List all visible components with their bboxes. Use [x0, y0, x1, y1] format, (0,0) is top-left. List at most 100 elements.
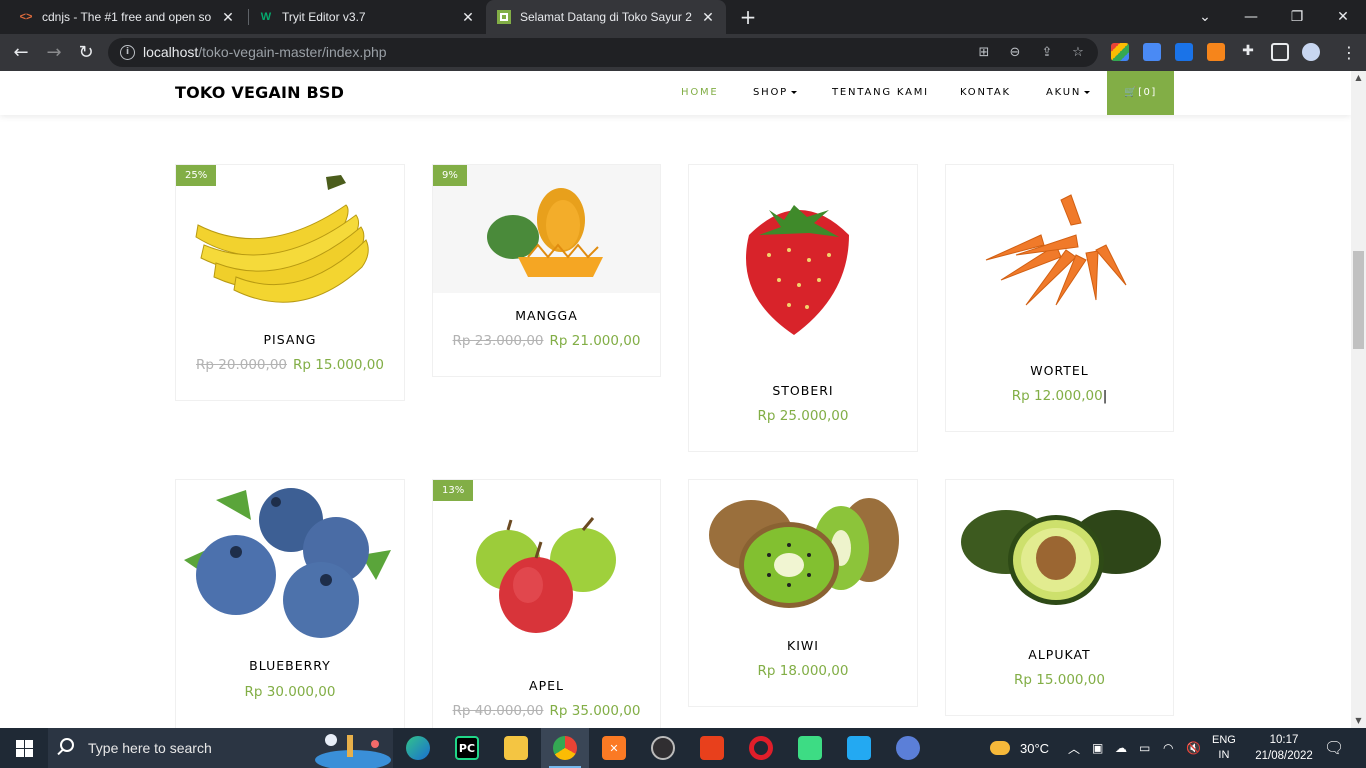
share-icon[interactable]: ⇪: [1037, 43, 1057, 63]
taskbar-opera[interactable]: [737, 728, 785, 768]
taskbar-android-studio[interactable]: [786, 728, 834, 768]
nav-akun[interactable]: AKUN: [1046, 87, 1091, 98]
tab-tryit-editor[interactable]: W Tryit Editor v3.7 ✕: [248, 0, 486, 34]
product-price: Rp 30.000,00: [176, 684, 404, 700]
taskbar-pycharm[interactable]: PC: [443, 728, 491, 768]
avocado-image[interactable]: [946, 480, 1173, 640]
notification-icon[interactable]: 🗨: [1324, 728, 1344, 768]
scrollbar-thumb[interactable]: [1353, 251, 1364, 349]
browser-toolbar: ← → ↻ i localhost/toko-vegain-master/ind…: [0, 34, 1366, 71]
extension-docs-icon[interactable]: [1143, 43, 1161, 61]
product-name[interactable]: BLUEBERRY: [176, 658, 404, 673]
cart-button[interactable]: 🛒[0]: [1107, 71, 1174, 115]
discount-badge: 25%: [176, 165, 217, 186]
onedrive-icon[interactable]: ☁: [1115, 728, 1127, 768]
clock[interactable]: 10:17 21/08/2022: [1246, 728, 1322, 768]
weather-widget[interactable]: 30°C: [990, 728, 1049, 768]
tab-search-icon[interactable]: ⌄: [1182, 0, 1228, 34]
close-tab-icon[interactable]: ✕: [220, 9, 236, 26]
nav-shop[interactable]: SHOP: [753, 87, 797, 98]
taskbar-xampp[interactable]: ✕: [590, 728, 638, 768]
carrot-image[interactable]: [946, 165, 1173, 355]
site-brand[interactable]: TOKO VEGAIN BSD: [175, 83, 344, 102]
extension-metamask-icon[interactable]: [1207, 43, 1225, 61]
product-name[interactable]: WORTEL: [946, 363, 1173, 378]
strawberry-image[interactable]: [689, 165, 917, 365]
bookmark-star-icon[interactable]: ☆: [1068, 43, 1088, 63]
mango-image[interactable]: [433, 165, 660, 293]
volume-muted-icon[interactable]: 🔇: [1186, 728, 1201, 768]
product-price: Rp 23.000,00 Rp 21.000,00: [433, 333, 660, 349]
translate-icon[interactable]: ⊞: [974, 43, 994, 63]
windows-start-button[interactable]: [0, 728, 48, 768]
chrome-icon: [553, 736, 577, 760]
product-price: Rp 40.000,00 Rp 35.000,00: [433, 703, 660, 719]
extension-translate-icon[interactable]: [1175, 43, 1193, 61]
kiwi-image[interactable]: [689, 480, 917, 630]
product-name[interactable]: STOBERI: [689, 383, 917, 398]
banana-image[interactable]: [176, 165, 404, 315]
meet-now-icon[interactable]: ▣: [1092, 728, 1103, 768]
product-card-mangga[interactable]: 9% MANGGA Rp 23.000,00 Rp 21.000,00: [432, 164, 661, 377]
close-tab-icon[interactable]: ✕: [460, 9, 476, 26]
restore-button[interactable]: ❐: [1274, 0, 1320, 34]
taskbar-obs[interactable]: [639, 728, 687, 768]
close-window-button[interactable]: ✕: [1320, 0, 1366, 34]
blueberry-image[interactable]: [176, 480, 404, 643]
product-card-pisang[interactable]: 25% PISANG Rp 20.000,00 Rp 15.000,00: [175, 164, 405, 401]
forward-button[interactable]: →: [41, 40, 67, 66]
language-indicator[interactable]: ENG IN: [1212, 728, 1236, 768]
tab-cdnjs[interactable]: <> cdnjs - The #1 free and open source ✕: [8, 0, 248, 34]
extension-colorful-icon[interactable]: [1111, 43, 1129, 61]
windows-logo-icon: [15, 739, 33, 757]
page-scrollbar[interactable]: ▲ ▼: [1351, 71, 1366, 728]
nav-tentang-kami[interactable]: TENTANG KAMI: [832, 87, 929, 98]
show-hidden-icons[interactable]: ︿: [1068, 728, 1080, 768]
side-panel-icon[interactable]: [1271, 43, 1289, 61]
menu-kebab-icon[interactable]: ⋮: [1336, 40, 1362, 66]
taskbar-office[interactable]: [688, 728, 736, 768]
scroll-down-arrow-icon[interactable]: ▼: [1351, 714, 1366, 728]
wifi-icon[interactable]: ◠: [1163, 728, 1173, 768]
taskbar-search-box[interactable]: Type here to search: [48, 728, 393, 768]
product-name[interactable]: MANGGA: [433, 308, 660, 323]
sale-price: Rp 15.000,00: [1014, 672, 1105, 688]
product-card-apel[interactable]: 13% APEL Rp 40.000,00 Rp 35.000,00: [432, 479, 661, 728]
taskbar-chrome[interactable]: [541, 728, 589, 768]
minimize-button[interactable]: —: [1228, 0, 1274, 34]
old-price: Rp 40.000,00: [452, 703, 544, 719]
old-price: Rp 20.000,00: [196, 357, 287, 373]
zoom-icon[interactable]: ⊖: [1005, 43, 1025, 63]
tab-toko-sayur[interactable]: Selamat Datang di Toko Sayur 22 ✕: [486, 0, 726, 34]
product-name[interactable]: PISANG: [176, 332, 404, 347]
taskbar-vscode[interactable]: [835, 728, 883, 768]
pycharm-icon: PC: [455, 736, 479, 760]
product-name[interactable]: ALPUKAT: [946, 647, 1173, 662]
taskbar-chrome-2[interactable]: [884, 728, 932, 768]
nav-home[interactable]: HOME: [681, 87, 719, 98]
profile-avatar[interactable]: [1302, 43, 1320, 61]
product-name[interactable]: APEL: [433, 678, 660, 693]
product-card-kiwi[interactable]: KIWI Rp 18.000,00: [688, 479, 918, 707]
product-card-wortel[interactable]: WORTEL Rp 12.000,00|: [945, 164, 1174, 432]
product-card-blueberry[interactable]: BLUEBERRY Rp 30.000,00: [175, 479, 405, 728]
reload-button[interactable]: ↻: [73, 40, 99, 66]
sale-price: Rp 35.000,00: [549, 703, 641, 719]
product-card-alpukat[interactable]: ALPUKAT Rp 15.000,00: [945, 479, 1174, 716]
taskbar-file-explorer[interactable]: [492, 728, 540, 768]
battery-icon[interactable]: ▭: [1139, 728, 1150, 768]
new-tab-button[interactable]: +: [736, 5, 760, 29]
address-bar[interactable]: i localhost/toko-vegain-master/index.php…: [108, 38, 1098, 67]
scroll-up-arrow-icon[interactable]: ▲: [1351, 71, 1366, 85]
nav-kontak[interactable]: KONTAK: [960, 87, 1011, 98]
product-card-stoberi[interactable]: STOBERI Rp 25.000,00: [688, 164, 918, 452]
back-button[interactable]: ←: [8, 40, 34, 66]
product-name[interactable]: KIWI: [689, 638, 917, 653]
close-tab-icon[interactable]: ✕: [700, 9, 716, 26]
sale-price: Rp 15.000,00: [293, 357, 384, 373]
extensions-puzzle-icon[interactable]: ✚: [1239, 43, 1257, 61]
apple-image[interactable]: [433, 480, 660, 660]
site-info-icon[interactable]: i: [120, 45, 135, 60]
taskbar-edge[interactable]: [394, 728, 442, 768]
product-price: Rp 20.000,00 Rp 15.000,00: [176, 357, 404, 373]
